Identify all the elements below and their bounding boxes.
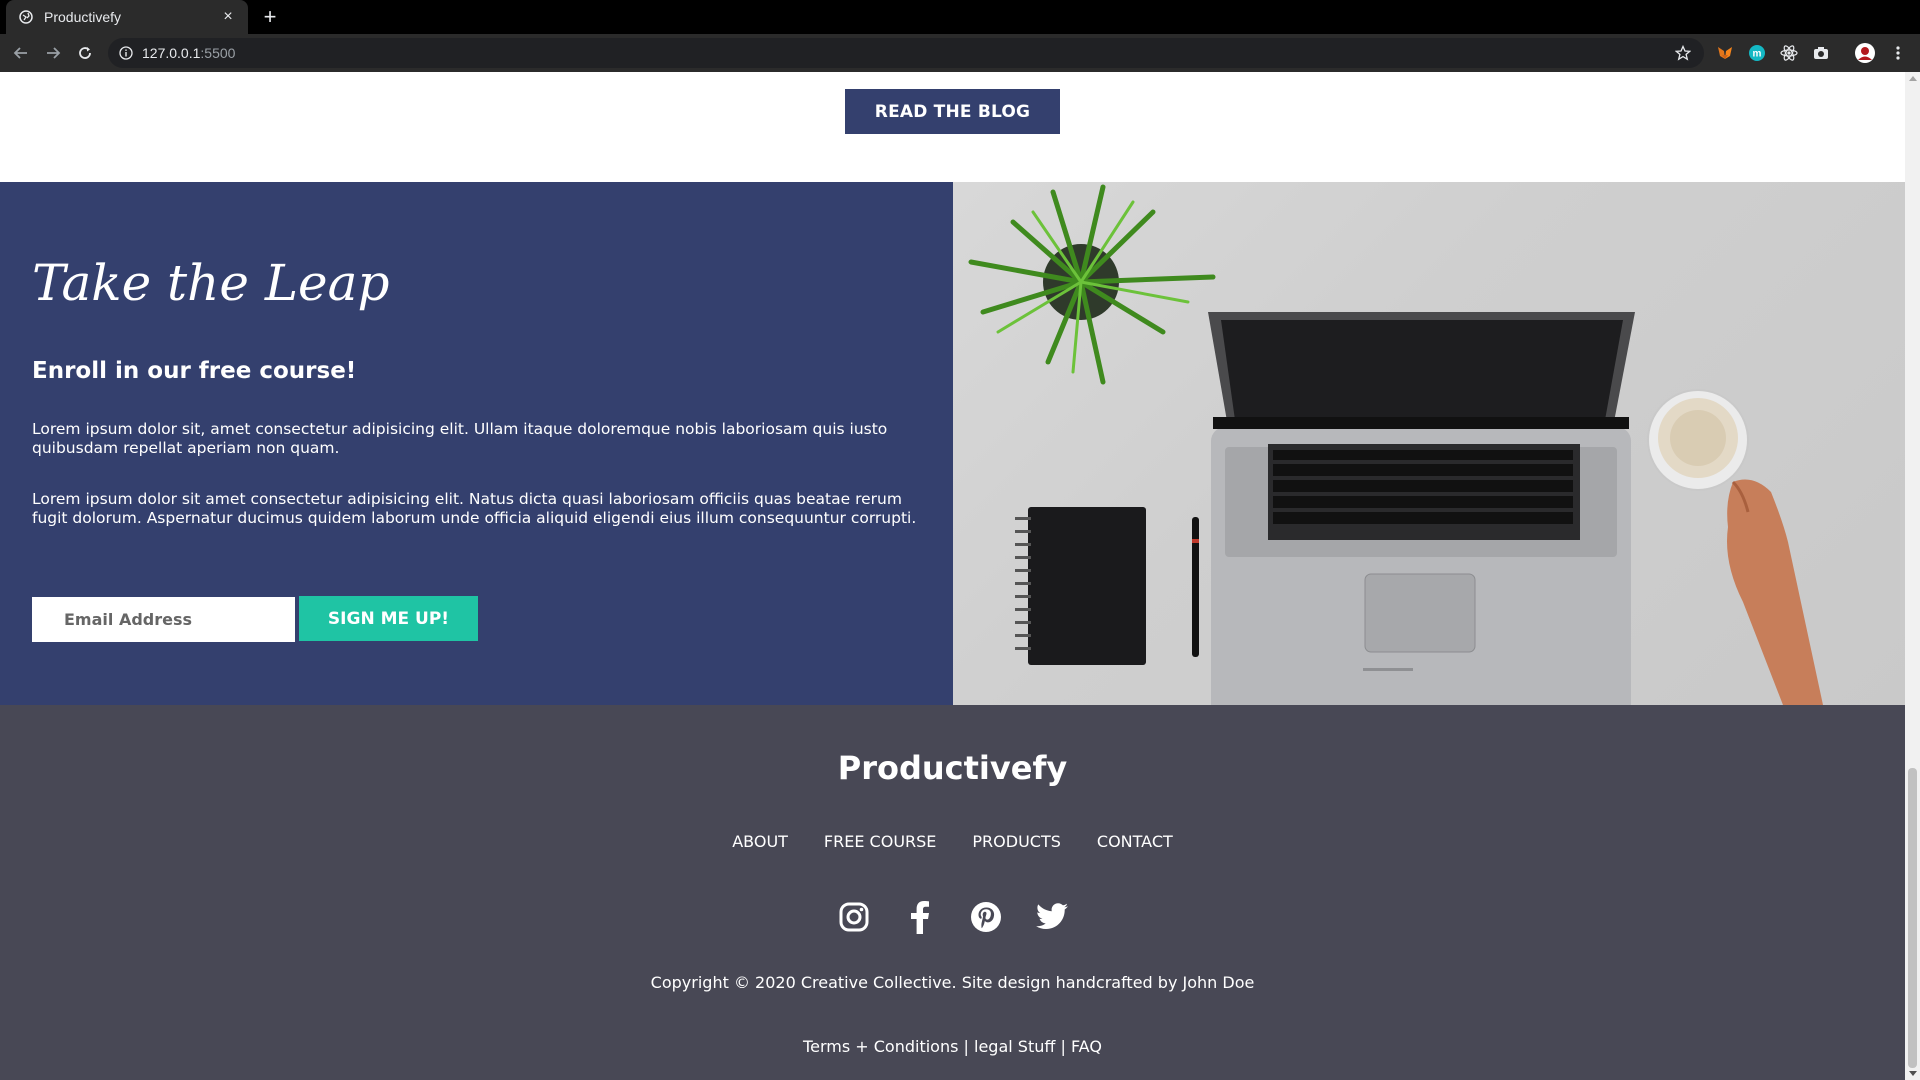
legal-stuff-link[interactable]: legal Stuff [974,1037,1055,1056]
scroll-down-icon[interactable] [1909,1071,1917,1076]
url-host: 127.0.0.1 [142,45,201,61]
url-port: :5500 [200,45,236,61]
metamask-extension-icon[interactable] [1715,43,1735,63]
notebook-graphic [1015,507,1146,665]
plant-graphic [968,184,1216,385]
camera-extension-icon[interactable] [1811,43,1831,63]
intro-paragraph-2: Lorem ipsum dolor sit amet consectetur a… [32,490,917,527]
terms-link[interactable]: Terms + Conditions [803,1037,958,1056]
facebook-icon[interactable] [902,899,938,935]
section-subtitle: Enroll in our free course! [32,358,357,384]
read-the-blog-button[interactable]: READ THE BLOG [845,89,1060,134]
workspace-photo [953,182,1905,705]
forward-arrow-icon[interactable] [41,41,65,65]
hand-graphic [1727,479,1823,705]
pen-graphic [1192,517,1199,657]
sign-me-up-button[interactable]: SIGN ME UP! [299,596,478,641]
m-extension-icon[interactable]: m [1747,43,1767,63]
close-icon[interactable]: × [220,8,236,25]
tab-title: Productivefy [44,9,122,25]
footer-link-products[interactable]: PRODUCTS [972,832,1061,851]
back-arrow-icon[interactable] [9,41,33,65]
legal-links: Terms + Conditions | legal Stuff | FAQ [0,1037,1905,1056]
bookmark-star-icon[interactable] [1674,44,1692,62]
browser-toolbar: 127.0.0.1:5500 m [0,34,1920,72]
page-scrollbar[interactable] [1905,72,1920,1080]
signup-panel: Take the Leap Enroll in our free course!… [0,182,953,705]
profile-avatar[interactable] [1855,43,1875,63]
page-viewport: READ THE BLOG Take the Leap Enroll in ou… [0,72,1905,1080]
footer-link-about[interactable]: ABOUT [732,832,788,851]
footer-nav: ABOUT FREE COURSE PRODUCTS CONTACT [0,832,1905,851]
react-devtools-icon[interactable] [1779,43,1799,63]
laptop-graphic [1208,312,1635,705]
workspace-illustration [968,184,1823,705]
pinterest-icon[interactable] [968,899,1004,935]
info-icon[interactable] [118,45,134,61]
browser-menu-icon[interactable] [1888,43,1908,63]
copyright-text: Copyright © 2020 Creative Collective. Si… [650,973,1255,992]
site-footer: Productivefy ABOUT FREE COURSE PRODUCTS … [0,705,1905,1080]
reload-icon[interactable] [73,41,97,65]
legal-separator: | [958,1037,974,1056]
legal-separator: | [1055,1037,1071,1056]
new-tab-button[interactable]: + [258,4,282,29]
browser-tab[interactable]: Productivefy × [6,0,248,34]
address-bar[interactable]: 127.0.0.1:5500 [108,38,1704,68]
twitter-icon[interactable] [1034,899,1070,935]
browser-tab-bar: Productivefy × + [0,0,1920,34]
footer-link-contact[interactable]: CONTACT [1097,832,1173,851]
take-the-leap-section: Take the Leap Enroll in our free course!… [0,182,1905,705]
blog-section: READ THE BLOG [0,72,1905,182]
social-links [0,899,1905,935]
url-text: 127.0.0.1:5500 [142,45,235,61]
email-field[interactable] [32,597,295,642]
svg-text:m: m [1753,49,1762,60]
footer-brand: Productivefy [837,749,1068,787]
faq-link[interactable]: FAQ [1071,1037,1102,1056]
intro-paragraph-1: Lorem ipsum dolor sit, amet consectetur … [32,420,888,457]
instagram-icon[interactable] [836,899,872,935]
globe-icon [18,9,34,25]
footer-link-free-course[interactable]: FREE COURSE [824,832,936,851]
section-title: Take the Leap [32,254,390,312]
scroll-up-icon[interactable] [1909,76,1917,81]
coffee-cup-graphic [1647,389,1749,491]
scrollbar-thumb[interactable] [1908,768,1917,1068]
